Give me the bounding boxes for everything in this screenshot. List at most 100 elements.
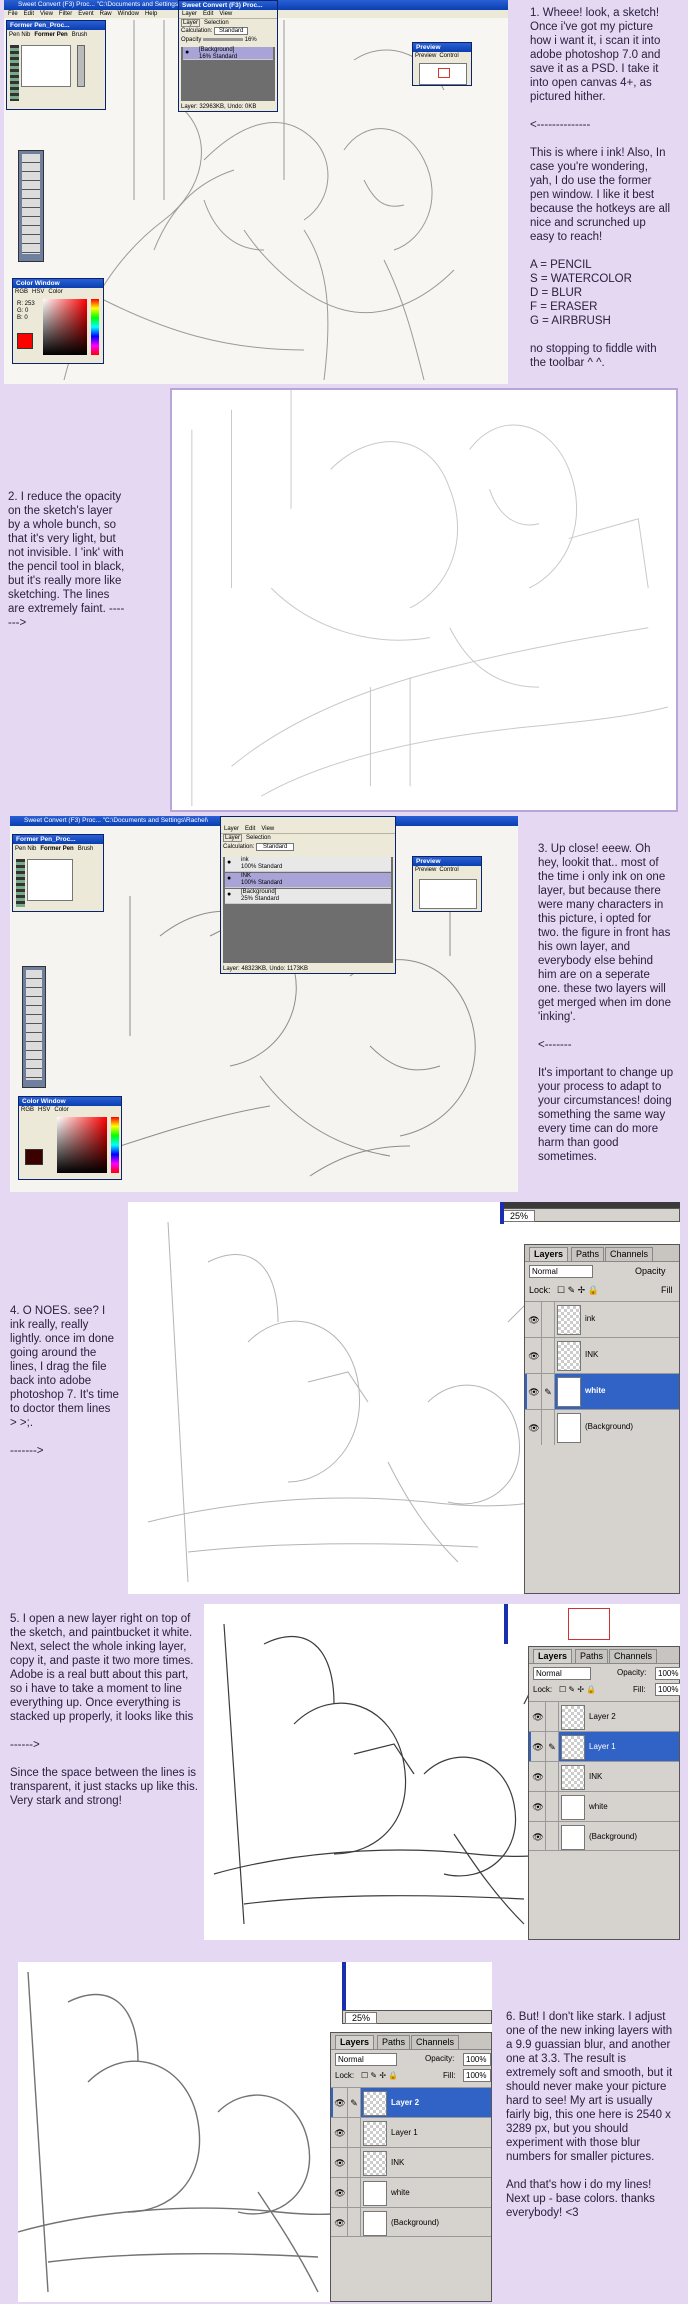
layer-menu-edit-2[interactable]: Edit	[245, 826, 255, 832]
tool-palette-2[interactable]	[22, 966, 46, 1088]
tool-palette[interactable]	[18, 150, 44, 262]
tab-control[interactable]: Control	[439, 53, 458, 59]
eye-icon[interactable]: 👁	[527, 1302, 542, 1337]
blend-mode-select-5[interactable]: Normal	[533, 1667, 591, 1680]
menu-help[interactable]: Help	[145, 11, 157, 17]
tab-selection-2[interactable]: Selection	[246, 835, 271, 841]
tab-layers-5[interactable]: Layers	[533, 1649, 573, 1663]
former-pen-titlebar[interactable]: Former Pen_Proc...	[7, 21, 105, 30]
tab-paths-6[interactable]: Paths	[377, 2035, 411, 2049]
lock-icons-6[interactable]: ☐ ✎ ✢ 🔒	[361, 2071, 398, 2080]
eye-icon[interactable]: ●	[227, 891, 235, 898]
layer-window-2[interactable]: Layer Edit View Layer Selection Calculation…	[220, 816, 396, 974]
color-window-titlebar-2[interactable]: Color Window	[19, 1097, 121, 1106]
menu-edit[interactable]: Edit	[24, 11, 34, 17]
tab-rgb-2[interactable]: RGB	[21, 1107, 34, 1113]
tab-preview[interactable]: Preview	[415, 53, 436, 59]
pen-slider[interactable]	[77, 45, 85, 87]
tab-preview-2[interactable]: Preview	[415, 867, 436, 873]
former-pen-window[interactable]: Former Pen_Proc... Pen Nib Former Pen Brus…	[6, 20, 106, 110]
tab-rgb[interactable]: RGB	[15, 289, 28, 295]
eye-icon[interactable]: 👁	[531, 1792, 546, 1821]
layer-row[interactable]: 👁 Layer 2	[529, 1701, 679, 1731]
menu-event[interactable]: Event	[78, 11, 93, 17]
lock-icons-5[interactable]: ☐ ✎ ✢ 🔒	[559, 1685, 596, 1694]
calc-select-2[interactable]: Standard	[256, 843, 295, 851]
layers-palette-5[interactable]: Layers Paths Channels Normal Opacity: 10…	[528, 1646, 680, 1940]
layer-row[interactable]: 👁 (Background)	[331, 2207, 491, 2237]
blend-mode-select-6[interactable]: Normal	[335, 2053, 397, 2066]
layer-menu-view[interactable]: View	[219, 11, 232, 17]
layer-row[interactable]: 👁 white	[331, 2177, 491, 2207]
tab-layer-2[interactable]: Layer	[223, 834, 243, 842]
hue-slider-2[interactable]	[111, 1117, 119, 1173]
eye-icon[interactable]: 👁	[527, 1338, 542, 1373]
tab-brush-2[interactable]: Brush	[78, 846, 94, 852]
eye-icon[interactable]: ●	[227, 875, 235, 882]
layer-row[interactable]: ● INK 100% Standard	[225, 873, 391, 888]
layer-row[interactable]: 👁 INK	[525, 1337, 679, 1373]
layer-row[interactable]: 👁 white	[529, 1791, 679, 1821]
eye-icon[interactable]: 👁	[333, 2208, 348, 2236]
opacity-input-5[interactable]: 100%	[655, 1667, 680, 1680]
zoom-level[interactable]: 25%	[503, 1210, 536, 1222]
preview-titlebar-2[interactable]: Preview	[413, 857, 481, 866]
tab-layers[interactable]: Layers	[529, 1247, 569, 1261]
eye-icon[interactable]: 👁	[531, 1702, 546, 1731]
tab-hsv-2[interactable]: HSV	[38, 1107, 50, 1113]
layer-menu-edit[interactable]: Edit	[203, 11, 213, 17]
color-window-2[interactable]: Color Window RGB HSV Color	[18, 1096, 122, 1180]
calc-select[interactable]: Standard	[214, 27, 249, 35]
layer-row[interactable]: 👁 ✎ white	[525, 1373, 679, 1409]
eye-icon[interactable]: 👁	[527, 1410, 542, 1445]
preview-window[interactable]: Preview Preview Control	[412, 42, 472, 86]
tab-channels-5[interactable]: Channels	[609, 1649, 658, 1663]
layer-row[interactable]: ● [Background] 16% Standard	[183, 47, 273, 60]
layer-row[interactable]: 👁 ink	[525, 1301, 679, 1337]
tab-brush[interactable]: Brush	[72, 32, 88, 38]
eye-icon[interactable]: ●	[227, 859, 235, 866]
color-picker-field[interactable]	[43, 299, 87, 355]
tab-former-pen-2[interactable]: Former Pen	[40, 846, 73, 852]
layers-palette[interactable]: Layers Paths Channels Normal Opacity Loc…	[524, 1244, 680, 1594]
tab-selection[interactable]: Selection	[204, 20, 229, 26]
tab-control-2[interactable]: Control	[439, 867, 458, 873]
eye-icon[interactable]: ●	[185, 49, 193, 56]
color-picker-field-2[interactable]	[57, 1117, 107, 1173]
hue-slider[interactable]	[91, 299, 99, 355]
eye-icon[interactable]: 👁	[531, 1762, 546, 1791]
layer-row[interactable]: ● [Background] 25% Standard	[225, 889, 391, 904]
layers-palette-6[interactable]: Layers Paths Channels Normal Opacity: 10…	[330, 2032, 492, 2302]
eye-icon[interactable]: 👁	[333, 2118, 348, 2147]
layer-row[interactable]: 👁 (Background)	[525, 1409, 679, 1445]
color-window[interactable]: Color Window RGB HSV Color R: 253 G: 0 B: …	[12, 278, 104, 364]
layer-window-titlebar[interactable]: Sweet Convert (F3) Proc...	[179, 1, 277, 10]
layer-row[interactable]: 👁 ✎ Layer 1	[529, 1731, 679, 1761]
menu-view[interactable]: View	[40, 11, 53, 17]
menu-window[interactable]: Window	[118, 11, 139, 17]
menu-filter[interactable]: Filter	[59, 11, 72, 17]
eye-icon[interactable]: 👁	[333, 2148, 348, 2177]
tab-channels-6[interactable]: Channels	[411, 2035, 460, 2049]
tab-hsv[interactable]: HSV	[32, 289, 44, 295]
pen-presets-2[interactable]	[16, 859, 25, 907]
preview-titlebar[interactable]: Preview	[413, 43, 471, 52]
layer-menu-layer[interactable]: Layer	[182, 11, 197, 17]
layer-row[interactable]: 👁 Layer 1	[331, 2117, 491, 2147]
fill-input-5[interactable]: 100%	[655, 1683, 680, 1696]
former-pen-titlebar-2[interactable]: Former Pen_Proc...	[13, 835, 103, 844]
eye-icon[interactable]: 👁	[531, 1822, 546, 1850]
tab-layer[interactable]: Layer	[181, 19, 201, 27]
layer-row[interactable]: ● ink 100% Standard	[225, 857, 391, 872]
tab-color[interactable]: Color	[48, 289, 62, 295]
tab-pen-nib-2[interactable]: Pen Nib	[15, 846, 36, 852]
menu-file[interactable]: File	[8, 11, 18, 17]
opacity-input-6[interactable]: 100%	[463, 2053, 491, 2066]
layer-menu-layer-2[interactable]: Layer	[224, 826, 239, 832]
tab-channels[interactable]: Channels	[605, 1247, 654, 1261]
tab-color-2[interactable]: Color	[54, 1107, 68, 1113]
layer-row[interactable]: 👁 INK	[529, 1761, 679, 1791]
tab-former-pen[interactable]: Former Pen	[34, 32, 67, 38]
former-pen-window-2[interactable]: Former Pen_Proc... Pen Nib Former Pen Brus…	[12, 834, 104, 912]
menu-raw[interactable]: Raw	[100, 11, 112, 17]
